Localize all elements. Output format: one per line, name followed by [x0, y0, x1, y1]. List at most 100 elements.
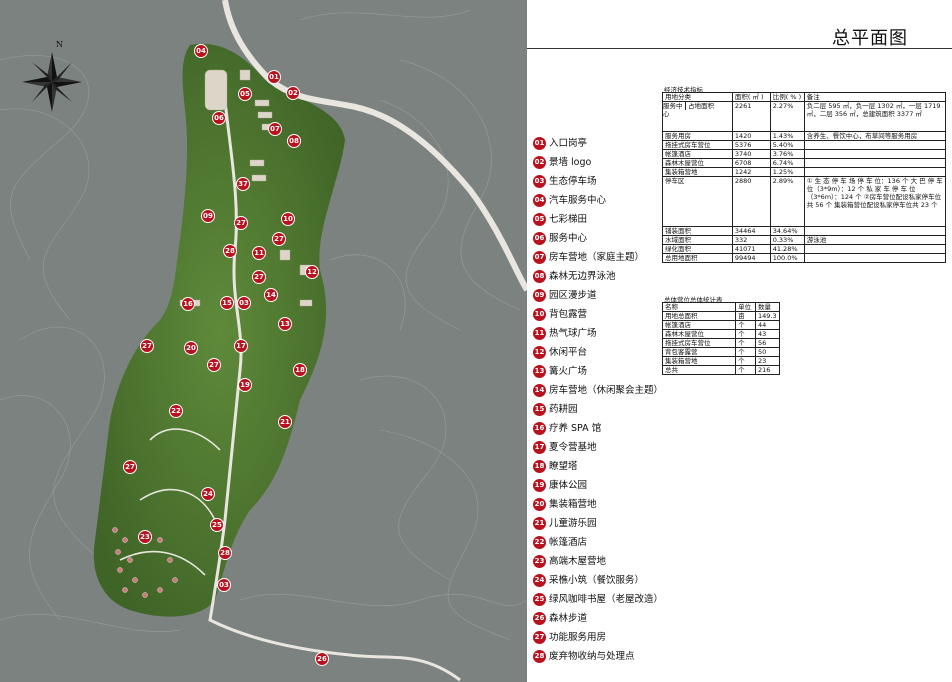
t1b-cell-a: 332: [731, 235, 771, 245]
t2-header-2: 数量: [754, 302, 781, 312]
map-pin: 24: [201, 487, 215, 501]
legend-label: 高端木屋营地: [549, 556, 607, 567]
t1-header-1: 面积( ㎡ ): [731, 92, 771, 102]
map-pin: 11: [252, 246, 266, 260]
t2-cell-c: 森林木屋营位: [661, 329, 737, 339]
site-plan-map: N 04 01 05 02 06 07 08 37 09 27 10 27 28 11 12 27 14 16 15…: [0, 0, 527, 682]
map-pin: 25: [210, 518, 224, 532]
t1-parking-area: 2880: [731, 176, 771, 227]
t1-cell-n: [803, 140, 947, 150]
legend-label: 七彩梯田: [549, 214, 588, 225]
map-pin: 20: [184, 341, 198, 355]
t1b-cell-c: 绿化面积: [662, 244, 733, 254]
t1-cell-a: 5376: [731, 140, 771, 150]
north-label: N: [56, 40, 63, 49]
t1b-cell-a: 99494: [731, 253, 771, 263]
legend-number: 11: [533, 327, 546, 340]
t1-cell-c: 拖挂式房车营位: [662, 140, 733, 150]
t1b-cell-a: 34464: [731, 226, 771, 236]
t1b-row: 水域面积 332 0.33% 游泳池: [662, 235, 947, 245]
t2-cell-q: 23: [754, 356, 781, 366]
t1-header-2: 比例( % ): [769, 92, 805, 102]
t2-cell-u: 个: [735, 338, 756, 348]
t1-cell-a: 3740: [731, 149, 771, 159]
map-pin: 01: [267, 70, 281, 84]
legend-label: 生态停车场: [549, 176, 597, 187]
t1b-cell-n: [803, 253, 947, 263]
legend-label: 采樵小筑（餐饮服务）: [549, 575, 645, 586]
t1-cell-r: 6.74%: [769, 158, 805, 168]
map-pin: 19: [238, 378, 252, 392]
campsite-stats-table: 名称 单位 数量 用地总面积亩 149.3 帐篷酒店个 44 森林木屋营位个 43 拖挂式房…: [661, 302, 781, 375]
title-rule: [527, 48, 952, 49]
legend-number: 26: [533, 612, 546, 625]
legend-label: 汽车服务中心: [549, 195, 607, 206]
legend-number: 27: [533, 631, 546, 644]
t2-cell-u: 个: [735, 347, 756, 357]
t1-cell-a: 1420: [731, 131, 771, 141]
legend-number: 21: [533, 517, 546, 530]
legend-label: 服务中心: [549, 233, 588, 244]
t1-header-3: 备注: [803, 92, 947, 102]
t1b-cell-r: 100.0%: [769, 253, 805, 263]
legend-number: 24: [533, 574, 546, 587]
legend-label: 功能服务用房: [549, 632, 607, 643]
t2-cell-q: 43: [754, 329, 781, 339]
map-pin: 17: [234, 339, 248, 353]
map-pin: 28: [223, 244, 237, 258]
map-pin: 14: [264, 288, 278, 302]
map-pin: 05: [238, 87, 252, 101]
legend-label: 休闲平台: [549, 347, 588, 358]
legend-label: 森林无边界泳池: [549, 271, 616, 282]
t1-land-ratio: 2.27%: [769, 101, 805, 132]
legend-number: 25: [533, 593, 546, 606]
t1-cell-a: 6708: [731, 158, 771, 168]
map-pin: 16: [181, 297, 195, 311]
map-pin: 04: [194, 44, 208, 58]
t1-cell-c: 森林木屋营位: [662, 158, 733, 168]
legend-label: 康体公园: [549, 480, 588, 491]
legend-number: 23: [533, 555, 546, 568]
legend-number: 15: [533, 403, 546, 416]
t2-row: 集装箱营地个 23: [661, 356, 781, 366]
legend-number: 28: [533, 650, 546, 663]
map-pin: 10: [281, 212, 295, 226]
map-pin: 27: [252, 270, 266, 284]
t1-row: 拖挂式房车营位 5376 5.40%: [662, 140, 947, 150]
t1-land-value: 2261: [731, 101, 771, 132]
t2-cell-c: 总共: [661, 365, 737, 375]
t2-row: 总共个 216: [661, 365, 781, 375]
t2-cell-u: 个: [735, 320, 756, 330]
map-pin: 27: [123, 460, 137, 474]
t1-row: 森林木屋营位 6708 6.74%: [662, 158, 947, 168]
t1-row: 集装箱营地 1242 1.25%: [662, 167, 947, 177]
t2-cell-q: 50: [754, 347, 781, 357]
legend-label: 森林步道: [549, 613, 588, 624]
map-pin: 03: [217, 578, 231, 592]
economic-indicators-table: 用地分类 面积( ㎡ ) 比例( % ) 备注 服务中心占地面积 2261 2.…: [662, 92, 947, 263]
t1-row: 帐篷酒店 3740 3.76%: [662, 149, 947, 159]
t1-cell-r: 3.76%: [769, 149, 805, 159]
t1b-cell-n: [803, 244, 947, 254]
map-pin: 26: [315, 652, 329, 666]
legend-label: 疗养 SPA 馆: [549, 423, 602, 434]
legend-number: 17: [533, 441, 546, 454]
legend-label: 药耕园: [549, 404, 578, 415]
map-pin: 09: [201, 209, 215, 223]
map-pin: 15: [220, 296, 234, 310]
map-pin: 03: [237, 296, 251, 310]
legend-number: 03: [533, 175, 546, 188]
t1-cell-n: [803, 149, 947, 159]
legend-number: 02: [533, 156, 546, 169]
t1b-cell-a: 41071: [731, 244, 771, 254]
legend-label: 篝火广场: [549, 366, 588, 377]
t1-cell-c: 集装箱营地: [662, 167, 733, 177]
legend-label: 热气球广场: [549, 328, 597, 339]
legend-number: 06: [533, 232, 546, 245]
t2-cell-c: 拖挂式房车营位: [661, 338, 737, 348]
t1b-cell-r: 0.33%: [769, 235, 805, 245]
map-pin: 22: [169, 404, 183, 418]
t2-cell-q: 44: [754, 320, 781, 330]
t2-cell-c: 集装箱营地: [661, 356, 737, 366]
t2-row: 森林木屋营位个 43: [661, 329, 781, 339]
